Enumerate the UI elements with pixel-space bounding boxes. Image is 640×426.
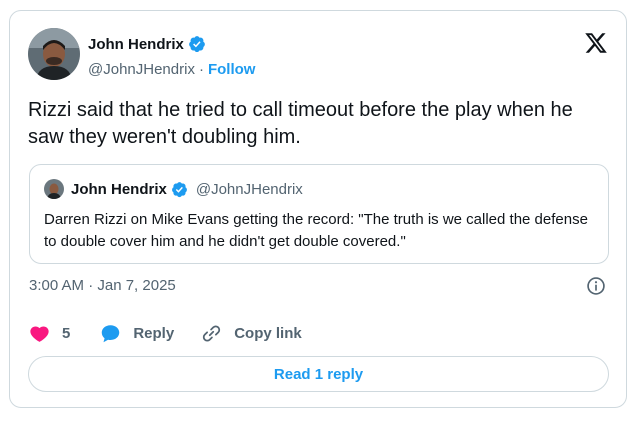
author-handle-row: @JohnJHendrix · Follow — [88, 61, 255, 78]
quoted-author-handle: @JohnJHendrix — [195, 181, 303, 198]
like-button[interactable]: 5 — [29, 323, 70, 344]
like-count: 5 — [62, 324, 71, 342]
action-bar: 5 Reply Copy link — [29, 317, 302, 349]
reply-label: Reply — [133, 324, 175, 342]
quoted-author-avatar — [44, 179, 64, 199]
verified-badge-icon — [171, 182, 187, 198]
follow-link[interactable]: Follow — [208, 61, 256, 78]
quoted-tweet[interactable]: John Hendrix @JohnJHendrix Darren Rizzi … — [29, 164, 609, 264]
reply-bubble-icon — [102, 324, 120, 342]
separator-dot: · — [198, 61, 204, 78]
verified-badge-icon — [188, 36, 205, 53]
copy-link-button[interactable]: Copy link — [201, 323, 302, 344]
tweet-text: Rizzi said that he tried to call timeout… — [28, 99, 573, 148]
read-replies-button[interactable]: Read 1 reply — [28, 356, 609, 392]
copy-link-label: Copy link — [234, 324, 302, 342]
x-logo-icon[interactable] — [584, 31, 608, 55]
author-handle[interactable]: @JohnJHendrix — [88, 61, 195, 78]
quoted-author-row: John Hendrix @JohnJHendrix — [71, 181, 303, 198]
author-name[interactable]: John Hendrix — [88, 36, 184, 53]
tweet-card: John Hendrix @JohnJHendrix · Follow Rizz… — [9, 10, 627, 408]
quoted-author-name: John Hendrix — [71, 181, 167, 198]
info-icon[interactable] — [586, 276, 606, 296]
heart-icon — [30, 325, 49, 342]
author-name-row: John Hendrix — [88, 35, 206, 53]
tweet-timestamp[interactable]: 3:00 AM · Jan 7, 2025 — [29, 277, 176, 294]
author-avatar[interactable] — [28, 28, 80, 80]
link-icon — [203, 324, 221, 342]
reply-button[interactable]: Reply — [100, 323, 174, 344]
quoted-tweet-text: Darren Rizzi on Mike Evans getting the r… — [44, 211, 588, 250]
